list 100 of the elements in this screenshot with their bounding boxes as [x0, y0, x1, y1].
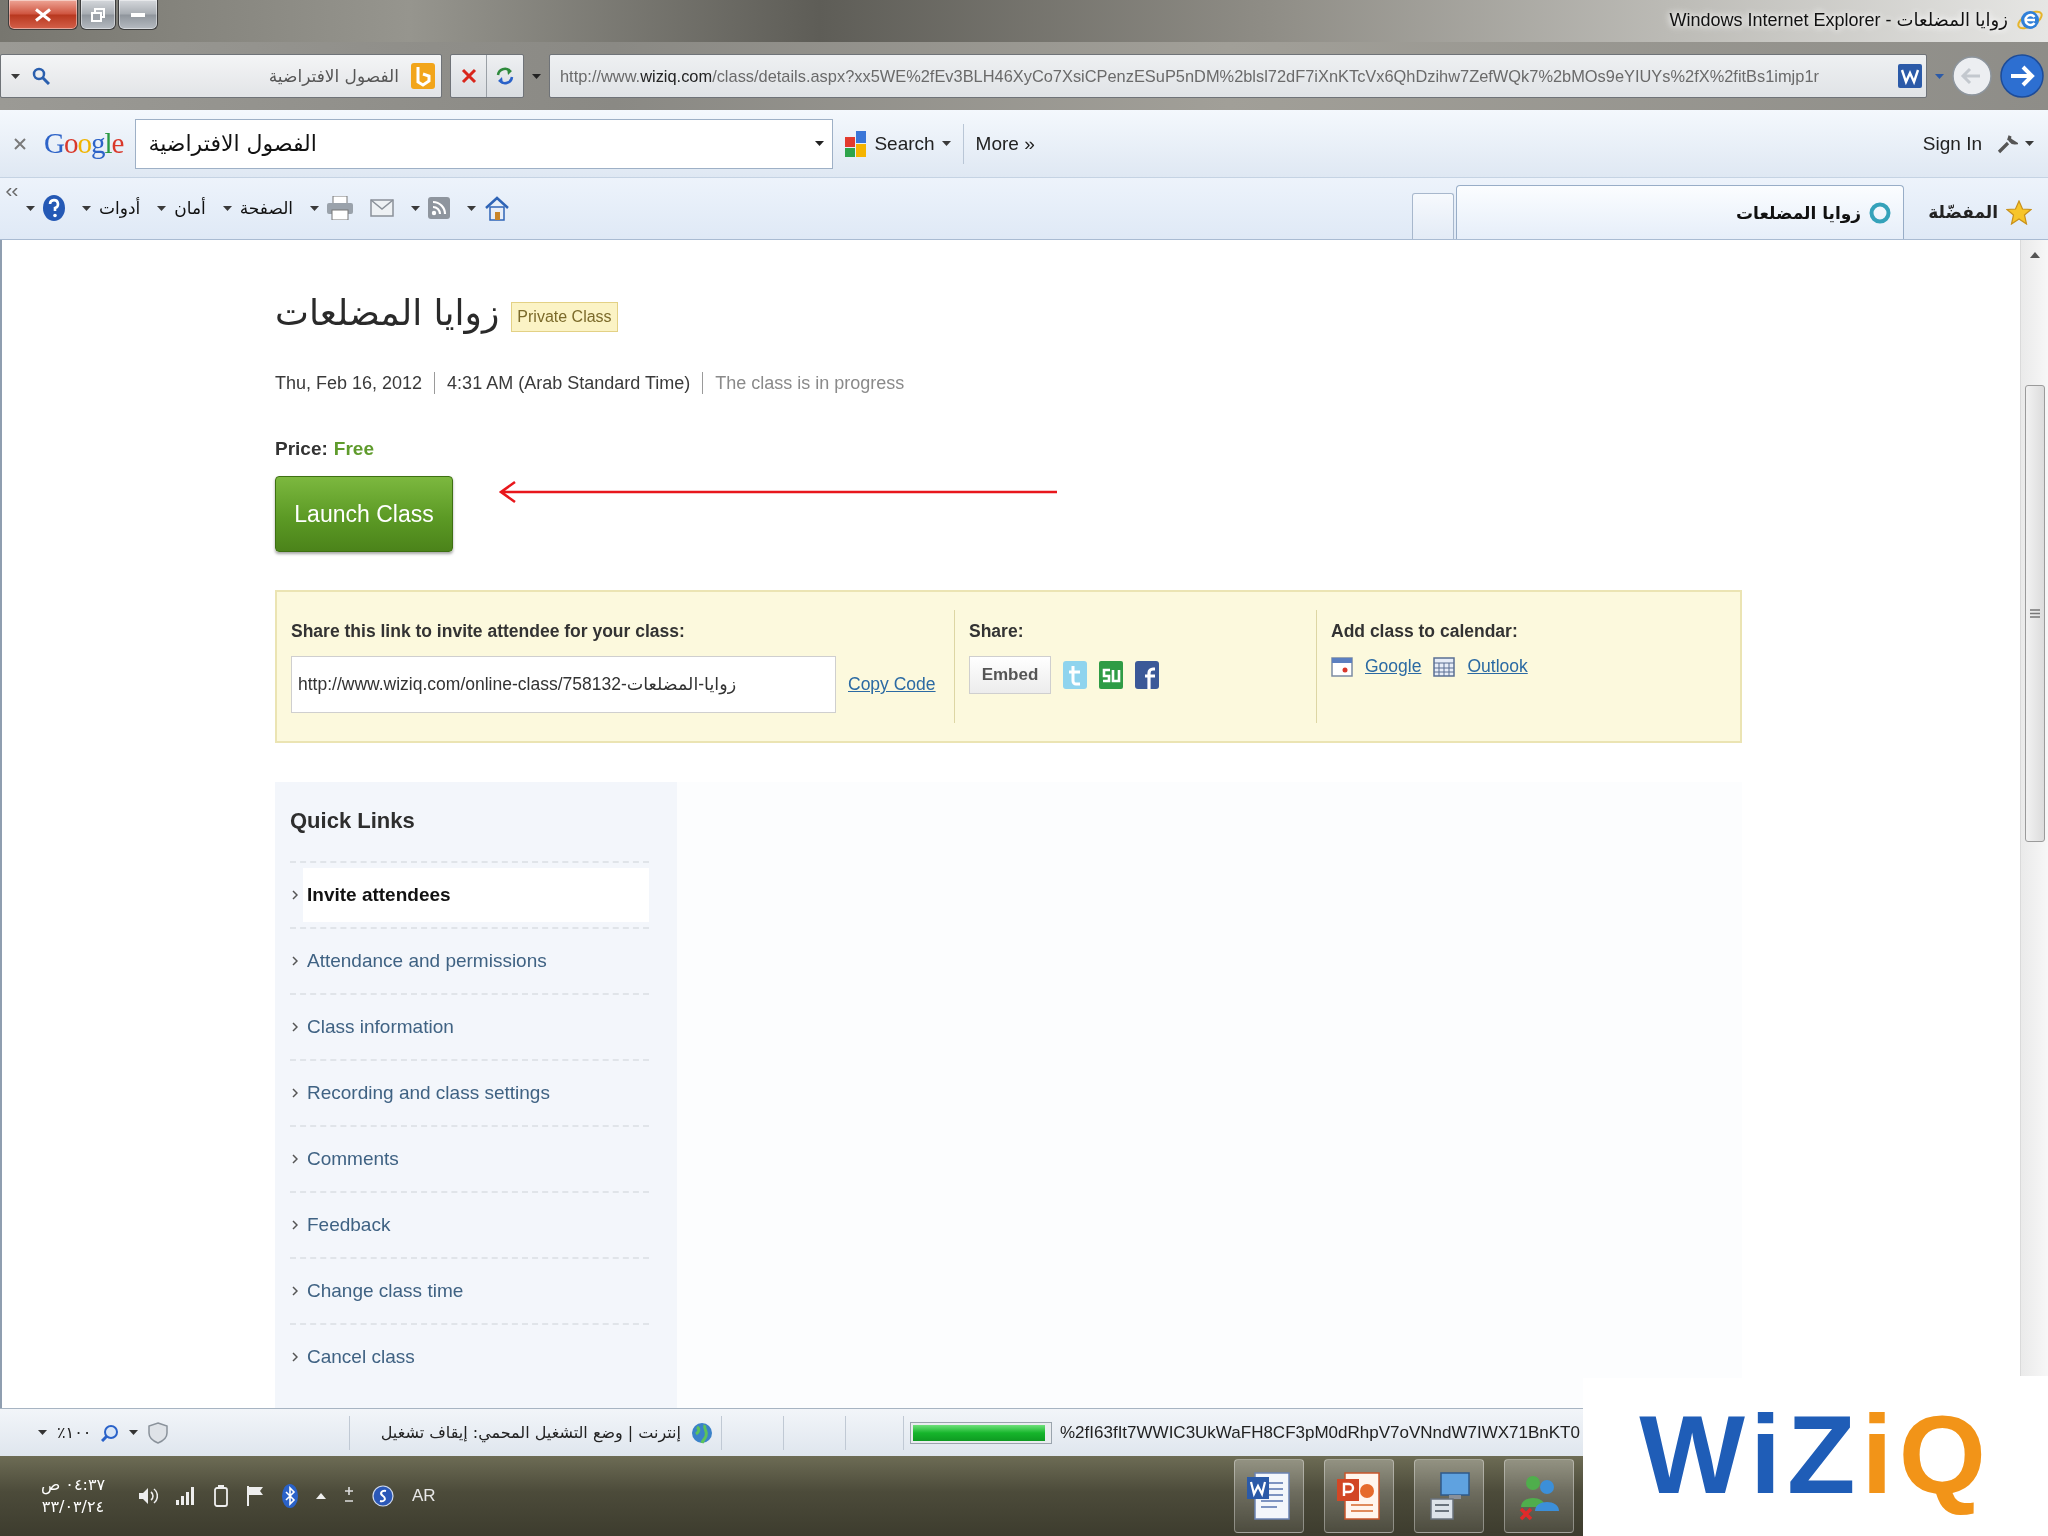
- computer-icon: [1427, 1471, 1471, 1521]
- close-button[interactable]: [8, 0, 78, 30]
- color-blocks-icon: [845, 130, 868, 157]
- class-date: Thu, Feb 16, 2012: [275, 372, 423, 394]
- menu-button[interactable]: أدوات: [82, 198, 141, 218]
- restore-button[interactable]: [80, 0, 116, 30]
- scrollbar-thumb[interactable]: [2024, 385, 2045, 842]
- menu-button[interactable]: الصفحة: [222, 198, 294, 218]
- taskbar-app-button[interactable]: [1234, 1459, 1304, 1533]
- menu-button[interactable]: أمان: [157, 198, 206, 218]
- calendar-icon: [1331, 656, 1353, 677]
- calendar-grid-icon: [1433, 656, 1456, 677]
- printer-icon: [327, 196, 354, 220]
- caret-down-icon: [310, 205, 320, 211]
- minimize-button[interactable]: [118, 0, 158, 30]
- home-button[interactable]: [467, 195, 511, 221]
- signal-bars-icon[interactable]: [176, 1487, 196, 1505]
- logo: WiZiQ: [1638, 1391, 1993, 1519]
- help-button[interactable]: [26, 195, 65, 221]
- caret-up-icon[interactable]: [316, 1493, 326, 1499]
- feeds-button[interactable]: [411, 197, 451, 219]
- share-heading: Share:: [969, 620, 1025, 642]
- class-status: The class is in progress: [715, 372, 905, 394]
- taskbar-app-button[interactable]: [1504, 1459, 1574, 1533]
- caret-down-icon: [26, 205, 35, 211]
- clock-date[interactable]: ٣٣/٠٣/٢٤: [41, 1499, 105, 1515]
- price-value: Free: [333, 438, 374, 460]
- embed-button[interactable]: Embed: [969, 656, 1051, 694]
- envelope-icon: [370, 199, 395, 217]
- taskbar-app-button[interactable]: [1324, 1459, 1394, 1533]
- zoom-level[interactable]: ١٠٠٪: [57, 1423, 92, 1442]
- clock-time[interactable]: ٠٤:٣٧ ص: [40, 1477, 106, 1493]
- search-icon: [32, 67, 50, 85]
- calendar-link[interactable]: Outlook: [1467, 656, 1528, 677]
- refresh-icon: [494, 65, 516, 87]
- status-url-text: %2fI63fIt7WWIC3UkWaFH8CF3pM0dRhpV7oVNndW7IWX71BnKT0: [1060, 1422, 1580, 1443]
- caret-down-icon: [815, 141, 825, 146]
- quick-link[interactable]: Attendance and permissions: [303, 934, 649, 988]
- sign-in-button[interactable]: Sign In: [1920, 130, 1984, 157]
- close-icon: [34, 7, 52, 22]
- caret-down-icon: [411, 205, 421, 211]
- forward-button[interactable]: [2000, 54, 2044, 98]
- toolbar-close-button[interactable]: [12, 135, 28, 152]
- print-button[interactable]: [310, 196, 354, 220]
- taskbar-app-button[interactable]: [1414, 1459, 1484, 1533]
- quick-link[interactable]: Cancel class: [303, 1330, 649, 1384]
- quick-link[interactable]: Invite attendees: [303, 868, 649, 922]
- class-title: زوايا المضلعات: [275, 291, 500, 335]
- language-indicator[interactable]: AR: [412, 1486, 436, 1506]
- back-button[interactable]: [1952, 56, 1992, 96]
- chevron-right-icon: [292, 1022, 298, 1032]
- plus-minus-icon[interactable]: [344, 1487, 354, 1505]
- scrollbar[interactable]: [2020, 240, 2048, 1376]
- flag-icon[interactable]: [246, 1486, 264, 1506]
- invite-heading: Share this link to invite attendee for your class:: [291, 620, 686, 642]
- security-zone-text: إنترنت | وضع التشغيل المحمي: إيقاف تشغيل: [380, 1423, 681, 1442]
- caret-down-icon: [941, 141, 951, 146]
- restore-icon: [91, 7, 105, 22]
- caret-down-icon: [11, 73, 20, 79]
- quick-link[interactable]: Recording and class settings: [303, 1066, 649, 1120]
- copy-code-link[interactable]: Copy Code: [848, 674, 936, 695]
- shield-icon: [148, 1421, 169, 1444]
- mail-button[interactable]: [370, 199, 395, 217]
- search-button[interactable]: Search: [843, 128, 953, 159]
- close-icon: [14, 137, 26, 150]
- minimize-icon: [131, 12, 145, 17]
- caret-down-icon: [222, 205, 232, 211]
- quick-links-heading: Quick Links: [290, 808, 416, 834]
- f-logo-icon[interactable]: [1135, 661, 1159, 689]
- caret-down-icon: [157, 205, 167, 211]
- chevron-right-icon: [292, 890, 298, 900]
- stop-icon: [460, 68, 477, 84]
- chevron-right-icon: [292, 1220, 298, 1230]
- bluetooth-icon[interactable]: [282, 1484, 298, 1508]
- caret-down-icon: [1935, 73, 1944, 79]
- speaker-icon[interactable]: [138, 1487, 158, 1505]
- price-label: Price:: [275, 438, 328, 460]
- browser-tab[interactable]: زوايا المضلعات: [1456, 185, 1905, 239]
- su-logo-icon[interactable]: [1099, 661, 1123, 689]
- invite-link-field[interactable]: http://www.wiziq.com/online-class/758132-زوايا-المضلعات: [291, 656, 836, 713]
- search-field[interactable]: الفصول الافتراضية: [0, 54, 442, 98]
- favorites-button[interactable]: المفضّلة: [1906, 185, 2042, 239]
- window-title: زوايا المضلعات - Windows Internet Explorer: [1669, 9, 2008, 31]
- quick-link[interactable]: Comments: [303, 1132, 649, 1186]
- caret-down-icon: [38, 1430, 47, 1435]
- address-field[interactable]: http://www.wiziq.com/class/details.aspx?xx5WE%2fEv3BLH46XyCo7XsiCPenzESuP5nDM%2blsl72dF7iXnKTcVx6QhDzihw7ZefWQk7%2bMOs9eYIUYs%2fX%2fitBs1imjp1r: [549, 54, 1927, 98]
- quick-link[interactable]: Change class time: [303, 1264, 649, 1318]
- quick-link[interactable]: Feedback: [303, 1198, 649, 1252]
- slides-icon: [1337, 1471, 1381, 1521]
- more-button[interactable]: More »: [973, 130, 1037, 157]
- quick-link[interactable]: Class information: [303, 1000, 649, 1054]
- toolbar-search-field[interactable]: الفصول الافتراضية: [135, 118, 834, 169]
- chevron-right-icon: [292, 1154, 298, 1164]
- caret-down-icon: [467, 205, 477, 211]
- battery-icon[interactable]: [214, 1485, 228, 1507]
- double-chevron-icon: [6, 188, 18, 196]
- chevron-right-icon: [292, 1088, 298, 1098]
- calendar-link[interactable]: Google: [1365, 656, 1422, 677]
- s-circle-icon[interactable]: [372, 1485, 394, 1507]
- scroll-up-icon: [2029, 252, 2040, 258]
